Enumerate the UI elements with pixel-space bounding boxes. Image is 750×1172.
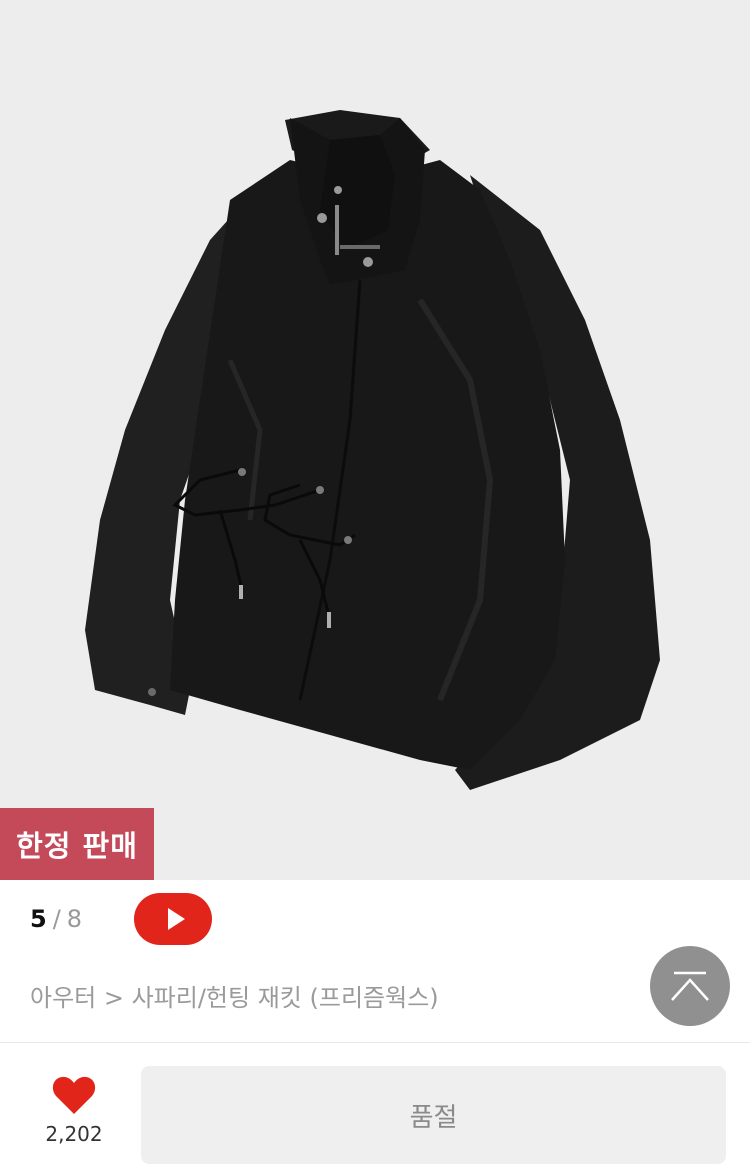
- pager-current: 5: [30, 905, 47, 933]
- like-button[interactable]: 2,202: [30, 1074, 118, 1146]
- play-icon: [168, 908, 185, 930]
- pager-separator: /: [52, 905, 61, 933]
- image-pager: 5/8: [30, 902, 82, 936]
- product-page: 한정 판매 5/8 아우터 > 사파리/헌팅 재킷 (프리즘웍스) 2,202 …: [0, 0, 750, 1172]
- category-breadcrumb[interactable]: 아우터 > 사파리/헌팅 재킷 (프리즘웍스): [30, 980, 439, 1016]
- limited-sale-badge: 한정 판매: [0, 808, 154, 880]
- sold-out-button[interactable]: 품절: [141, 1066, 726, 1164]
- play-video-button[interactable]: [134, 893, 212, 945]
- product-image[interactable]: [0, 0, 750, 880]
- scroll-to-top-button[interactable]: [650, 946, 730, 1026]
- scroll-to-top-icon: [671, 971, 709, 1001]
- divider: [0, 1042, 750, 1043]
- jacket-illustration: [85, 110, 660, 790]
- like-count: 2,202: [45, 1122, 103, 1146]
- heart-icon: [52, 1076, 96, 1114]
- pager-total: 8: [66, 905, 83, 933]
